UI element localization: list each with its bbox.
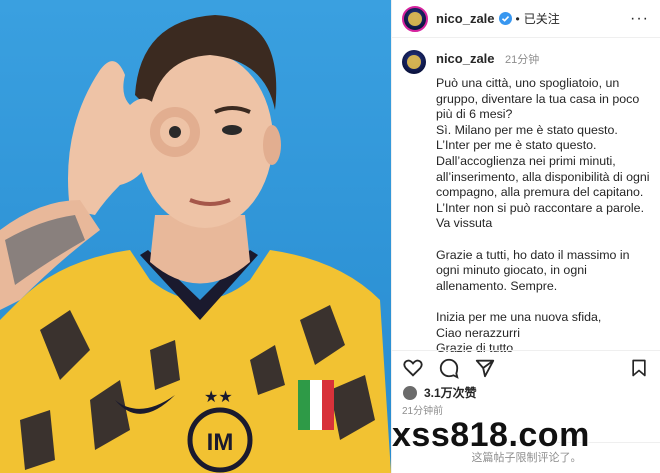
bookmark-icon[interactable] [629,358,649,378]
site-watermark: xss818.com [392,416,590,454]
liker-avatar [402,384,418,401]
caption-time: 21分钟 [504,54,540,66]
caption: nico_zale 21分钟 Può una città, uno spogli… [402,50,654,357]
likes-row[interactable]: 3.1万次赞 [402,384,477,401]
header-separator: • [515,11,520,26]
avatar[interactable] [402,5,428,32]
header-username[interactable]: nico_zale [436,11,495,26]
more-options-icon[interactable]: ··· [630,10,649,28]
like-count[interactable]: 3.1万次赞 [424,384,477,401]
caption-avatar[interactable] [402,50,426,74]
post-timestamp: 21分钟前 [402,406,444,417]
post-panel: nico_zale • 已关注 ··· nico_zale 21分钟 Può u… [391,0,660,473]
post-header: nico_zale • 已关注 ··· [392,0,660,38]
action-bar [392,350,660,384]
player-illustration: IM ★★ [0,15,391,473]
share-icon[interactable] [474,357,496,379]
follow-status-button[interactable]: 已关注 [524,10,560,27]
comment-icon[interactable] [438,357,460,379]
verified-badge-icon [498,12,512,25]
caption-text: Può una città, uno spogliatoio, un grupp… [436,76,650,356]
caption-username[interactable]: nico_zale [436,51,495,66]
post-photo[interactable]: IM ★★ [0,0,391,473]
svg-text:IM: IM [207,429,234,456]
heart-icon[interactable] [402,357,424,379]
svg-text:★★: ★★ [204,389,233,406]
